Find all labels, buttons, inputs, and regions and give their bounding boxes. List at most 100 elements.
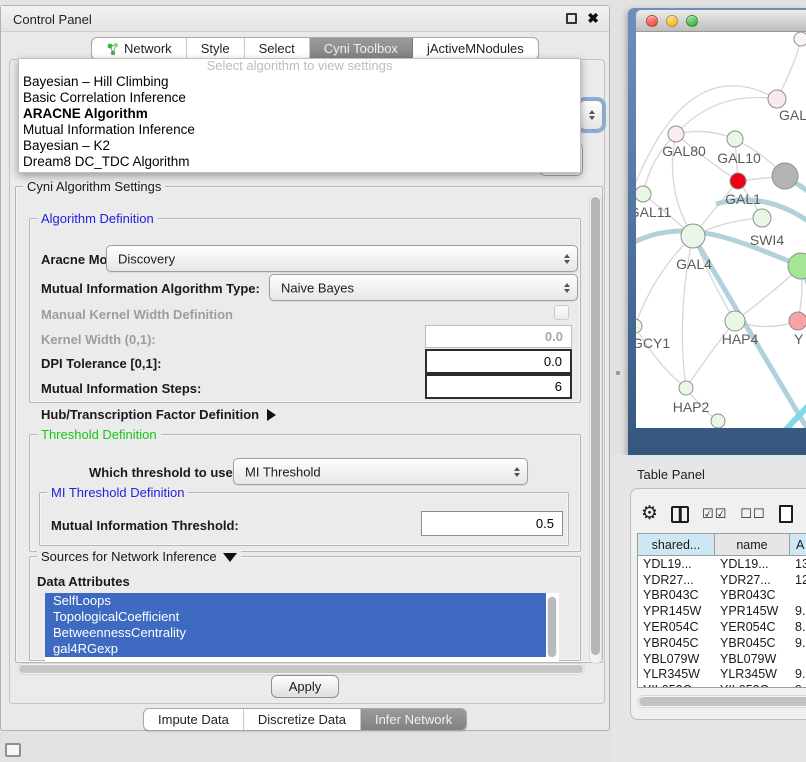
table-row[interactable]: YLR345WYLR345W9. — [638, 667, 806, 683]
settings-horizontal-scrollbar[interactable] — [17, 663, 585, 675]
algorithm-option[interactable]: Basic Correlation Inference — [19, 90, 580, 106]
apply-button[interactable]: Apply — [271, 675, 339, 698]
aracne-mode-value: Discovery — [118, 251, 175, 266]
network-node[interactable] — [711, 414, 725, 428]
algorithm-option[interactable]: Bayesian – K2 — [19, 138, 580, 154]
table-row[interactable]: YDL19...YDL19...13 — [638, 556, 806, 572]
select-all-icon[interactable]: ☑☑ — [702, 506, 727, 522]
algorithm-dropdown-placeholder: Select algorithm to view settings — [19, 59, 580, 74]
which-threshold-select[interactable]: MI Threshold — [233, 458, 528, 485]
table-row[interactable]: YIL052CYIL052C9 — [638, 682, 806, 688]
tab-cyni-toolbox[interactable]: Cyni Toolbox — [310, 38, 413, 59]
panel-divider-handle[interactable] — [616, 371, 620, 375]
deselect-all-icon[interactable]: ☐☐ — [740, 506, 765, 522]
mi-steps-label: Mutual Information Steps: — [41, 381, 201, 396]
network-node[interactable] — [794, 32, 806, 46]
network-node-gal[interactable] — [768, 90, 786, 108]
application-window: Control Panel ✖ NetworkStyleSelectCyni T… — [0, 0, 806, 762]
attribute-item[interactable]: SelfLoops — [45, 593, 546, 609]
tab-style[interactable]: Style — [187, 38, 245, 59]
settings-vscrollbar-thumb[interactable] — [591, 197, 600, 655]
close-icon[interactable]: ✖ — [587, 10, 599, 26]
network-node-gal4[interactable] — [681, 224, 705, 248]
network-node-gal11[interactable] — [636, 186, 651, 202]
network-node-swi4[interactable] — [753, 209, 771, 227]
network-node-hap2[interactable] — [679, 381, 693, 395]
settings-vertical-scrollbar[interactable] — [589, 194, 602, 664]
which-threshold-label: Which threshold to use: — [89, 465, 237, 480]
mi-steps-field[interactable]: 6 — [425, 374, 572, 399]
table-cell: YDR27... — [638, 572, 715, 588]
node-label: HAP2 — [673, 399, 710, 415]
column-header-shared-name[interactable]: shared... — [638, 534, 715, 555]
mi-threshold-group-title: MI Threshold Definition — [47, 486, 188, 499]
table-row[interactable]: YBL079WYBL079W — [638, 651, 806, 667]
tab-jactivemnodules[interactable]: jActiveMNodules — [413, 38, 538, 59]
network-window-titlebar[interactable] — [636, 10, 806, 32]
algorithm-option[interactable]: ARACNE Algorithm — [19, 106, 580, 122]
table-cell — [790, 588, 806, 604]
column-header-name[interactable]: name — [715, 534, 790, 555]
hub-definition-toggle[interactable]: Hub/Transcription Factor Definition — [41, 407, 276, 422]
tab-select[interactable]: Select — [245, 38, 310, 59]
table-row[interactable]: YBR045CYBR045C9. — [638, 635, 806, 651]
network-node-gal80[interactable] — [668, 126, 684, 142]
table-cell: YLR345W — [638, 667, 715, 683]
data-attributes-list[interactable]: SelfLoopsTopologicalCoefficientBetweenne… — [45, 593, 559, 662]
tab-impute-data[interactable]: Impute Data — [144, 709, 244, 730]
table-row[interactable]: YER054CYER054C8. — [638, 619, 806, 635]
network-node-hap4[interactable] — [725, 311, 745, 331]
mi-threshold-field[interactable]: 0.5 — [421, 511, 563, 536]
table-row[interactable]: YDR27...YDR27...12 — [638, 572, 806, 588]
network-node-gcy1[interactable] — [636, 319, 642, 333]
network-node-gal10[interactable] — [727, 131, 743, 147]
table-horizontal-scrollbar[interactable] — [637, 695, 806, 708]
dpi-tolerance-label: DPI Tolerance [0,1]: — [41, 356, 161, 371]
tab-label: jActiveMNodules — [427, 41, 524, 56]
minimized-panel-icon[interactable] — [5, 743, 21, 757]
table-cell: 13 — [790, 556, 806, 572]
algorithm-option[interactable]: Dream8 DC_TDC Algorithm — [19, 154, 580, 170]
gear-icon[interactable]: ⚙ — [641, 504, 658, 524]
dpi-tolerance-field[interactable]: 0.0 — [425, 349, 572, 374]
column-header-clipped[interactable]: A — [790, 534, 806, 555]
algorithm-option[interactable]: Mutual Information Inference — [19, 122, 580, 138]
tab-discretize-data[interactable]: Discretize Data — [244, 709, 361, 730]
manual-kernel-width-checkbox[interactable] — [554, 305, 569, 320]
tab-infer-network[interactable]: Infer Network — [361, 709, 466, 730]
algorithm-option[interactable]: Bayesian – Hill Climbing — [19, 74, 580, 90]
mac-zoom-icon[interactable] — [686, 15, 698, 27]
table-hscrollbar-thumb[interactable] — [639, 697, 806, 706]
obscured-combobox-fragment — [579, 100, 603, 130]
sources-group-toggle[interactable]: Sources for Network Inference — [37, 550, 241, 563]
table-row[interactable]: YPR145WYPR145W9. — [638, 603, 806, 619]
network-node[interactable] — [772, 163, 798, 189]
network-canvas[interactable]: GALGAL80GAL10GAL1GAL11SWI4GAL4HAP4YGCY1H… — [636, 32, 806, 428]
float-window-icon[interactable] — [566, 13, 577, 24]
attribute-item[interactable]: BetweennessCentrality — [45, 625, 546, 641]
node-label: GAL1 — [725, 191, 761, 207]
attribute-item[interactable]: TopologicalCoefficient — [45, 609, 546, 625]
columns-icon[interactable] — [671, 506, 689, 523]
table-cell: YLR345W — [715, 667, 790, 683]
settings-hscrollbar-thumb[interactable] — [19, 665, 583, 673]
tab-label: Discretize Data — [258, 712, 346, 727]
network-node-y[interactable] — [789, 312, 806, 330]
node-table[interactable]: shared... name A YDL19...YDL19...13YDR27… — [637, 533, 806, 688]
network-node-gal1[interactable] — [730, 173, 746, 189]
aracne-mode-select[interactable]: Discovery — [106, 245, 578, 272]
table-row[interactable]: YBR043CYBR043C — [638, 588, 806, 604]
mac-close-icon[interactable] — [646, 15, 658, 27]
kernel-width-field[interactable]: 0.0 — [425, 325, 572, 348]
table-cell: 9 — [790, 682, 806, 688]
mi-algorithm-type-select[interactable]: Naive Bayes — [269, 274, 578, 301]
mac-minimize-icon[interactable] — [666, 15, 678, 27]
which-threshold-value: MI Threshold — [245, 464, 321, 479]
attribute-item[interactable]: gal4RGexp — [45, 641, 546, 657]
table-cell: 8. — [790, 619, 806, 635]
attributes-scrollbar-thumb[interactable] — [548, 597, 556, 657]
new-table-icon[interactable] — [779, 505, 793, 523]
attributes-scrollbar[interactable] — [547, 596, 557, 658]
node-label: GAL4 — [676, 256, 712, 272]
tab-network[interactable]: Network — [92, 38, 187, 59]
